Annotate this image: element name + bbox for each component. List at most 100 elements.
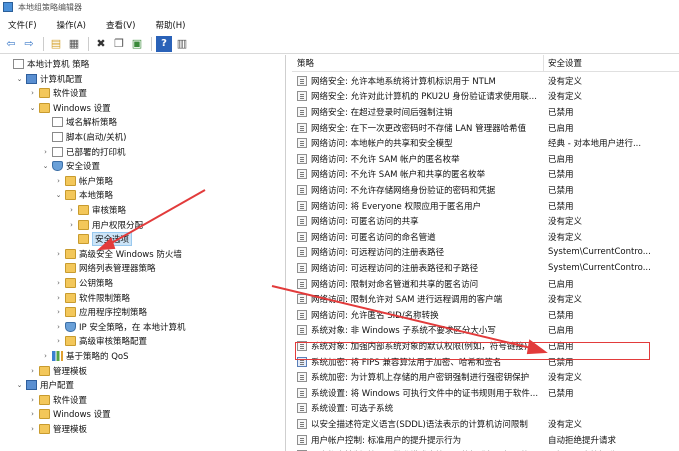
tree-node[interactable]: › 管理模板 [28,364,87,378]
policy-row[interactable]: 用户帐户控制: 标准用户的提升提示行为 自动拒绝提升请求 [292,432,679,448]
menu-action[interactable]: 操作(A) [57,19,86,31]
forward-arrow-icon[interactable]: ⇨ [21,36,37,52]
policy-icon [297,434,307,445]
tree-node[interactable]: › 公钥策略 [54,276,113,290]
back-arrow-icon[interactable]: ⇦ [3,36,19,52]
expand-chevron-icon[interactable]: › [67,206,76,214]
policy-row[interactable]: 网络访问: 不允许存储网络身份验证的密码和凭据 已禁用 [292,182,679,198]
expand-chevron-icon[interactable]: ⌄ [54,191,63,199]
policy-row[interactable]: 系统加密: 为计算机上存储的用户密钥强制进行强密钥保护 没有定义 [292,369,679,385]
tree-node-label: 用户配置 [40,381,75,392]
tree-node[interactable]: › Windows 设置 [28,407,111,421]
delete-icon[interactable]: ✖ [93,36,109,52]
tree-node[interactable]: ⌄ 安全设置 [41,159,100,173]
policy-row[interactable]: 网络访问: 本地帐户的共享和安全模型 经典 - 对本地用户进行... [292,135,679,151]
policy-row[interactable]: 网络安全: 允许本地系统将计算机标识用于 NTLM 没有定义 [292,73,679,89]
tree-node[interactable]: › 应用程序控制策略 [54,305,147,319]
policy-row[interactable]: 网络访问: 可匿名访问的命名管道 没有定义 [292,229,679,245]
policy-row[interactable]: 网络访问: 允许匿名 SID/名称转换 已禁用 [292,307,679,323]
folder-icon [65,307,76,318]
folder-icon [65,263,76,274]
expand-chevron-icon[interactable]: › [28,425,37,433]
policy-row[interactable]: 系统对象: 加强内部系统对象的默认权限(例如，符号链接) 已启用 [292,338,679,354]
tree-node[interactable]: 域名解析策略 [41,115,117,129]
tree-node[interactable]: › 软件设置 [28,86,87,100]
expand-chevron-icon[interactable]: › [28,89,37,97]
policy-row[interactable]: 网络访问: 限制对命名管道和共享的匿名访问 已启用 [292,276,679,292]
policy-icon [297,91,307,102]
policy-row[interactable]: 网络访问: 将 Everyone 权限应用于匿名用户 已禁用 [292,198,679,214]
tree-node[interactable]: › 基于策略的 QoS [41,349,129,363]
column-divider[interactable] [543,55,544,72]
policy-row[interactable]: 网络安全: 在超过登录时间后强制注销 已禁用 [292,104,679,120]
policy-row[interactable]: 以安全描述符定义语言(SDDL)语法表示的计算机访问限制 没有定义 [292,416,679,432]
policy-row[interactable]: 网络访问: 不允许 SAM 帐户的匿名枚举 已启用 [292,151,679,167]
policy-row[interactable]: 网络访问: 不允许 SAM 帐户和共享的匿名枚举 已禁用 [292,167,679,183]
column-header-policy[interactable]: 策略 [297,57,314,69]
tree-node[interactable]: › 已部署的打印机 [41,145,126,159]
tree-node[interactable]: › 用户权限分配 [67,218,143,232]
policy-row[interactable]: 网络安全: 允许对此计算机的 PKU2U 身份验证请求使用联... 没有定义 [292,89,679,105]
expand-chevron-icon[interactable]: › [54,250,63,258]
policy-row[interactable]: 网络访问: 可远程访问的注册表路径和子路径 System\CurrentContr… [292,260,679,276]
tree-node[interactable]: 安全选项 [67,232,133,247]
expand-chevron-icon[interactable]: › [41,148,50,156]
menu-file[interactable]: 文件(F) [8,19,37,31]
expand-chevron-icon[interactable]: › [28,410,37,418]
tree-node[interactable]: › 帐户策略 [54,174,113,188]
menu-view[interactable]: 查看(V) [106,19,135,31]
tree-node[interactable]: 脚本(启动/关机) [41,130,127,144]
tree-node[interactable]: › 高级审核策略配置 [54,334,147,348]
folder-icon [39,88,50,99]
expand-chevron-icon[interactable]: › [54,308,63,316]
expand-chevron-icon[interactable]: › [54,294,63,302]
policy-setting: System\CurrentContro... [548,262,651,273]
expand-chevron-icon[interactable]: › [28,367,37,375]
export-list-icon[interactable]: ▣ [129,36,145,52]
tree-node[interactable]: › 高级安全 Windows 防火墙 [54,247,182,261]
expand-chevron-icon[interactable]: ⌄ [28,104,37,112]
help-icon[interactable]: ? [156,35,172,52]
expand-chevron-icon[interactable]: › [54,177,63,185]
tree-node[interactable]: 网络列表管理器策略 [54,261,156,275]
expand-chevron-icon[interactable]: ⌄ [41,162,50,170]
policy-row[interactable]: 网络访问: 限制允许对 SAM 进行远程调用的客户端 没有定义 [292,291,679,307]
tree-node[interactable]: ⌄ 计算机配置 [15,72,83,86]
tree-node-label: Windows 设置 [53,103,111,114]
expand-chevron-icon[interactable]: › [67,221,76,229]
menu-help[interactable]: 帮助(H) [155,19,185,31]
expand-chevron-icon[interactable]: ⌄ [15,381,24,389]
tree-node[interactable]: › 管理模板 [28,422,87,436]
expand-chevron-icon[interactable]: › [54,279,63,287]
expand-chevron-icon[interactable]: › [54,337,63,345]
tree-node[interactable]: › IP 安全策略，在 本地计算机 [54,320,186,334]
up-folder-icon[interactable]: ▤ [48,36,64,52]
policy-row[interactable]: 系统设置: 可选子系统 [292,401,679,417]
column-header-setting[interactable]: 安全设置 [548,57,582,69]
tree-node[interactable]: › 软件限制策略 [54,291,130,305]
expand-chevron-icon[interactable]: › [41,352,50,360]
policy-row[interactable]: 系统加密: 将 FIPS 兼容算法用于加密、哈希和签名 已禁用 [292,354,679,370]
tree-node[interactable]: › 软件设置 [28,393,87,407]
tree-node[interactable]: › 审核策略 [67,203,126,217]
tree-node[interactable]: ⌄ 本地策略 [54,188,113,202]
policy-row[interactable]: 网络访问: 可远程访问的注册表路径 System\CurrentContro... [292,245,679,261]
policy-name: 网络访问: 允许匿名 SID/名称转换 [311,310,439,321]
copy-icon[interactable]: ❐ [111,36,127,52]
policy-row[interactable]: 网络访问: 可匿名访问的共享 没有定义 [292,213,679,229]
properties-icon[interactable]: ▥ [174,36,190,52]
folder-icon [65,278,76,288]
tree-node[interactable]: ⌄ 用户配置 [15,378,74,392]
policy-row[interactable]: 系统设置: 将 Windows 可执行文件中的证书规则用于软件... 已禁用 [292,385,679,401]
policy-row[interactable]: 系统对象: 非 Windows 子系统不要求区分大小写 已启用 [292,323,679,339]
expand-chevron-icon[interactable]: ⌄ [15,75,24,83]
tree-node[interactable]: ⌄ Windows 设置 [28,101,111,115]
expand-chevron-icon[interactable]: › [28,396,37,404]
policy-name: 网络安全: 允许对此计算机的 PKU2U 身份验证请求使用联... [311,92,537,103]
expand-chevron-icon[interactable]: › [54,323,63,331]
policy-setting: 已禁用 [548,170,574,181]
policy-row[interactable]: 用户帐户控制: 管理员批准模式中管理员的提升权限提示的...不提示，直接提升 [292,447,679,451]
tree-node[interactable]: 本地计算机 策略 [2,57,89,71]
show-hide-tree-icon[interactable]: ▦ [66,36,82,52]
policy-row[interactable]: 网络安全: 在下一次更改密码时不存储 LAN 管理器哈希值 已启用 [292,120,679,136]
